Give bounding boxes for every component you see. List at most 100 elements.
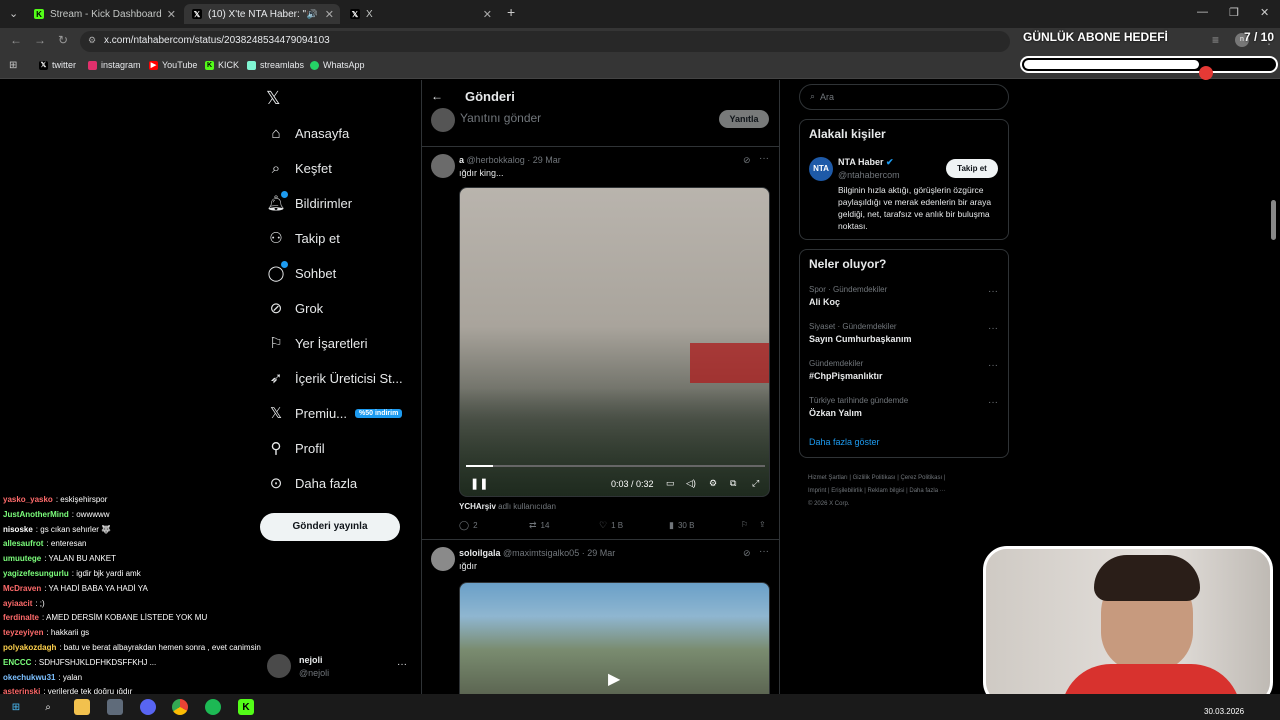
trend-more-icon[interactable]: ··· xyxy=(988,360,998,371)
explorer-icon[interactable] xyxy=(74,699,90,715)
chat-username[interactable]: teyzeyiyen xyxy=(3,628,43,637)
grok-icon[interactable]: ⊘ xyxy=(743,548,751,559)
tweet-date[interactable]: · 29 Mar xyxy=(582,548,616,558)
tweet-handle[interactable]: @herbokkalog xyxy=(467,155,525,165)
footer-line[interactable]: Imprint | Erişilebilirlik | Reklam bilgi… xyxy=(808,485,946,498)
chat-username[interactable]: ferdinalte xyxy=(3,613,39,622)
related-name[interactable]: NTA Haber ✔ xyxy=(838,157,894,168)
tweet-author[interactable]: a xyxy=(459,155,464,165)
reply-input[interactable]: Yanıtını gönder xyxy=(460,111,541,125)
grok-icon[interactable]: ⊘ xyxy=(743,155,751,166)
reply-button[interactable]: Yanıtla xyxy=(719,110,769,128)
show-more-link[interactable]: Daha fazla göster xyxy=(809,437,880,447)
tweet-video[interactable]: ▶ xyxy=(459,582,770,694)
extensions-icon[interactable]: ≡ xyxy=(1212,33,1219,47)
video-source-user[interactable]: YCHArşiv xyxy=(459,502,496,511)
nav-profile[interactable]: ⚲ Profil xyxy=(267,439,325,457)
bookmark-streamlabs[interactable]: streamlabs xyxy=(247,60,304,70)
tab-list-icon[interactable]: ⌄ xyxy=(9,7,18,20)
close-window-button[interactable]: ✕ xyxy=(1260,6,1269,19)
play-icon[interactable]: ▶ xyxy=(608,669,620,689)
apps-grid-icon[interactable]: ⊞ xyxy=(9,60,17,71)
views-action[interactable]: ▮ 30 B xyxy=(669,520,694,531)
bookmark-kick[interactable]: K KICK xyxy=(205,60,239,70)
account-menu-icon[interactable]: ··· xyxy=(397,659,407,670)
reload-icon[interactable]: ↻ xyxy=(58,33,68,47)
nav-explore[interactable]: ⌕ Keşfet xyxy=(267,159,332,177)
trend-item[interactable]: Türkiye tarihinde gündemde Özkan Yalım xyxy=(809,396,908,418)
chat-username[interactable]: yasko_yasko xyxy=(3,495,53,504)
close-tab-icon[interactable]: ✕ xyxy=(483,8,492,21)
tweet-more-icon[interactable]: ··· xyxy=(759,153,769,164)
x-logo-icon[interactable]: 𝕏 xyxy=(266,88,281,109)
nav-bookmarks[interactable]: ⚐ Yer İşaretleri xyxy=(267,334,367,352)
trend-more-icon[interactable]: ··· xyxy=(988,397,998,408)
back-arrow-icon[interactable]: ← xyxy=(431,89,443,103)
search-input[interactable]: ⌕ Ara xyxy=(799,84,1009,110)
nav-home[interactable]: ⌂ Anasayfa xyxy=(267,124,349,142)
trend-more-icon[interactable]: ··· xyxy=(988,323,998,334)
bookmark-youtube[interactable]: ▶ YouTube xyxy=(149,60,197,70)
settings-icon[interactable]: ⚙ xyxy=(709,478,717,489)
related-handle[interactable]: @ntahabercom xyxy=(838,170,900,180)
site-info-icon[interactable]: ⚙ xyxy=(88,35,96,46)
tweet-more-icon[interactable]: ··· xyxy=(759,546,769,557)
forward-icon[interactable]: → xyxy=(34,33,46,47)
nav-grok[interactable]: ⊘ Grok xyxy=(267,299,323,317)
repost-action[interactable]: ⇄ 14 xyxy=(529,520,549,531)
discord-icon[interactable] xyxy=(140,699,156,715)
tab-x[interactable]: 𝕏 X ✕ xyxy=(342,4,498,24)
chat-username[interactable]: JustAnotherMind xyxy=(3,510,69,519)
post-button[interactable]: Gönderi yayınla xyxy=(260,513,400,541)
chat-username[interactable]: McDraven xyxy=(3,584,41,593)
page-scrollbar[interactable] xyxy=(1271,200,1276,240)
captions-icon[interactable]: ▭ xyxy=(666,478,675,489)
nta-logo-icon[interactable]: NTA xyxy=(809,157,833,181)
close-tab-icon[interactable]: ✕ xyxy=(325,8,334,21)
maximize-button[interactable]: ❐ xyxy=(1229,6,1239,19)
trend-item[interactable]: Gündemdekiler #ChpPişmanlıktır xyxy=(809,359,883,381)
nav-more[interactable]: ⊙ Daha fazla xyxy=(267,474,357,492)
audio-icon[interactable]: 🔊 xyxy=(307,9,318,20)
nav-creator-studio[interactable]: ➶ İçerik Üreticisi St... xyxy=(267,369,403,387)
app-icon[interactable] xyxy=(107,699,123,715)
bookmark-instagram[interactable]: instagram xyxy=(88,60,141,70)
follow-button[interactable]: Takip et xyxy=(946,159,998,178)
trend-item[interactable]: Spor · Gündemdekiler Ali Koç xyxy=(809,285,887,307)
video-progress-track[interactable] xyxy=(466,465,765,467)
nav-follow[interactable]: ⚇ Takip et xyxy=(267,229,340,247)
chat-username[interactable]: yagizefesungurlu xyxy=(3,569,69,578)
windows-icon[interactable]: ⊞ xyxy=(8,699,24,715)
nav-notifications[interactable]: 🔔︎ Bildirimler xyxy=(266,191,352,212)
back-icon[interactable]: ← xyxy=(10,33,22,47)
volume-icon[interactable]: ◁) xyxy=(686,478,696,489)
tweet-avatar[interactable] xyxy=(431,154,455,178)
tweet-date[interactable]: · 29 Mar xyxy=(527,155,561,165)
spotify-icon[interactable] xyxy=(205,699,221,715)
new-tab-button[interactable]: + xyxy=(507,4,515,20)
trend-item[interactable]: Siyaset · Gündemdekiler Sayın Cumhurbaşka… xyxy=(809,322,912,344)
reply-action[interactable]: ◯ 2 xyxy=(459,520,478,531)
chat-username[interactable]: ENCCC xyxy=(3,658,31,667)
bookmark-icon[interactable]: ⚐ xyxy=(741,520,748,529)
tweet-video[interactable]: ❚❚ 0:03 / 0:32 ▭ ◁) ⚙ ⧉ ⤢ xyxy=(459,187,770,497)
search-icon[interactable]: ⌕ xyxy=(40,699,56,715)
tweet-author[interactable]: soloilgala xyxy=(459,548,501,558)
trend-more-icon[interactable]: ··· xyxy=(988,286,998,297)
minimize-button[interactable]: — xyxy=(1197,6,1208,18)
account-avatar[interactable] xyxy=(267,654,291,678)
close-tab-icon[interactable]: ✕ xyxy=(167,8,176,21)
nav-premium[interactable]: 𝕏 Premiu... %50 indirim xyxy=(267,404,403,422)
tweet-handle[interactable]: @maximtsigalko05 xyxy=(503,548,579,558)
nav-chat[interactable]: ◯ Sohbet xyxy=(267,261,336,282)
chat-username[interactable]: allesaufrot xyxy=(3,539,43,548)
chat-username[interactable]: okechukwu31 xyxy=(3,673,55,682)
bookmark-twitter[interactable]: 𝕏twitter xyxy=(39,60,76,70)
bookmark-whatsapp[interactable]: WhatsApp xyxy=(310,60,365,70)
footer-line[interactable]: Hizmet Şartları | Gizlilik Politikası | … xyxy=(808,472,946,485)
fullscreen-icon[interactable]: ⤢ xyxy=(752,478,759,489)
like-action[interactable]: ♡ 1 B xyxy=(599,520,623,531)
chat-username[interactable]: umuutege xyxy=(3,554,41,563)
tweet-avatar[interactable] xyxy=(431,547,455,571)
url-field[interactable]: ⚙ x.com/ntahabercom/status/2038248534479… xyxy=(80,31,1010,52)
